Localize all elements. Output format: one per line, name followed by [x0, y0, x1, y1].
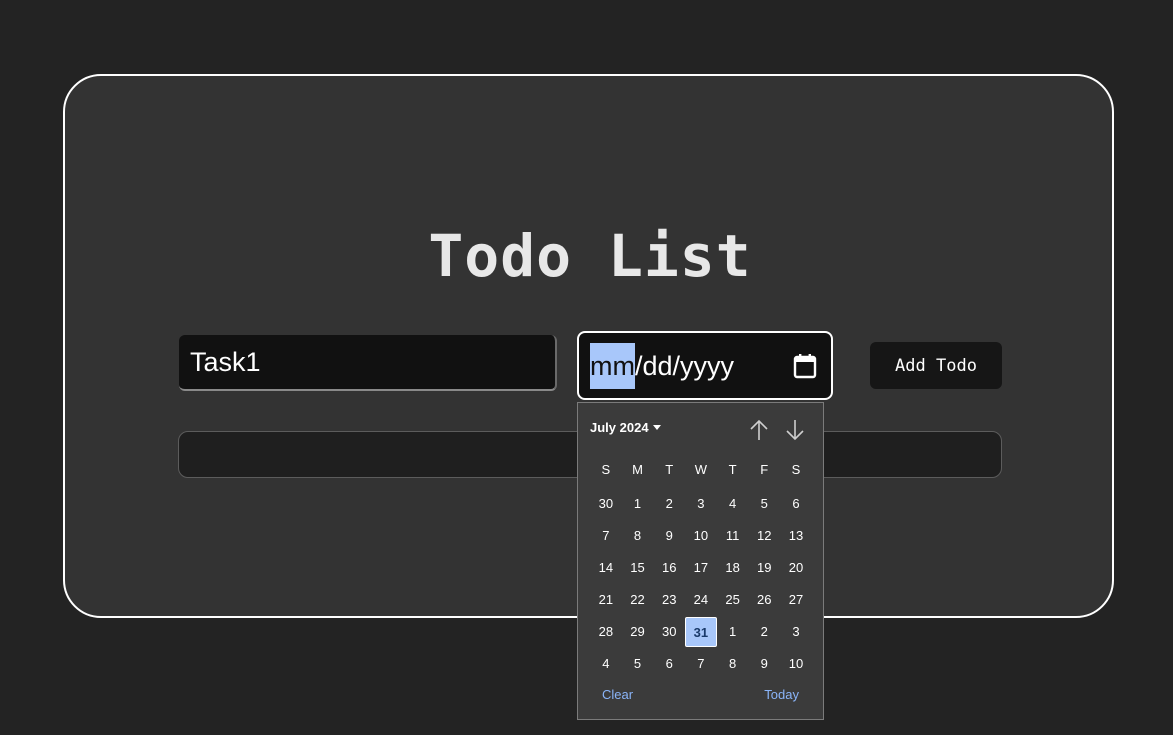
calendar-day[interactable]: 18 [717, 553, 749, 583]
calendar-day[interactable]: 3 [685, 489, 717, 519]
task-input[interactable] [179, 335, 557, 391]
calendar-day[interactable]: 16 [653, 553, 685, 583]
calendar-day[interactable]: 20 [780, 553, 812, 583]
calendar-day[interactable]: 1 [717, 617, 749, 647]
calendar-day[interactable]: 7 [685, 649, 717, 679]
arrow-down-icon[interactable] [784, 418, 806, 442]
date-segment-rest[interactable]: /dd/yyyy [635, 351, 734, 381]
arrow-up-icon[interactable] [748, 418, 770, 442]
calendar-day[interactable]: 22 [622, 585, 654, 615]
date-segment-month[interactable]: mm [590, 343, 635, 389]
calendar-day[interactable]: 12 [748, 521, 780, 551]
caret-down-icon [652, 425, 661, 430]
weekday-label: S [601, 462, 611, 477]
calendar-day[interactable]: 17 [685, 553, 717, 583]
calendar-day[interactable]: 30 [590, 489, 622, 519]
calendar-day[interactable]: 3 [780, 617, 812, 647]
calendar-day[interactable]: 13 [780, 521, 812, 551]
page-title: Todo List [428, 222, 752, 290]
calendar-day[interactable]: 23 [653, 585, 685, 615]
add-todo-button[interactable]: Add Todo [870, 342, 1002, 389]
calendar-week: 14 15 16 17 18 19 20 [590, 552, 812, 584]
calendar-day[interactable]: 10 [780, 649, 812, 679]
weekday-label: W [694, 462, 708, 477]
weekday-label: T [665, 462, 674, 477]
calendar-day[interactable]: 6 [653, 649, 685, 679]
calendar-week: 7 8 9 10 11 12 13 [590, 520, 812, 552]
calendar-week: 28 29 30 31 1 2 3 [590, 616, 812, 648]
calendar-day[interactable]: 5 [622, 649, 654, 679]
calendar-day[interactable]: 26 [748, 585, 780, 615]
calendar-day[interactable]: 29 [622, 617, 654, 647]
calendar-day[interactable]: 27 [780, 585, 812, 615]
calendar-day[interactable]: 1 [622, 489, 654, 519]
calendar-day[interactable]: 6 [780, 489, 812, 519]
calendar-day[interactable]: 28 [590, 617, 622, 647]
calendar-day[interactable]: 21 [590, 585, 622, 615]
calendar-day[interactable]: 4 [590, 649, 622, 679]
calendar-day[interactable]: 4 [717, 489, 749, 519]
date-input-text: mm/dd/yyyy [590, 343, 734, 389]
weekday-label: M [632, 462, 643, 477]
weekday-label: T [728, 462, 737, 477]
calendar-day[interactable]: 8 [717, 649, 749, 679]
calendar-day[interactable]: 11 [717, 521, 749, 551]
month-year-label: July 2024 [590, 420, 649, 435]
clear-button[interactable]: Clear [602, 687, 633, 702]
date-input[interactable]: mm/dd/yyyy [577, 331, 833, 400]
calendar-day[interactable]: 2 [653, 489, 685, 519]
calendar-week: 4 5 6 7 8 9 10 [590, 648, 812, 680]
calendar-day[interactable]: 30 [653, 617, 685, 647]
calendar-day[interactable]: 19 [748, 553, 780, 583]
month-year-selector[interactable]: July 2024 [590, 420, 661, 435]
date-picker-popup: July 2024 S M T W T F S 30 1 2 3 4 5 6 7… [577, 402, 824, 720]
calendar-day[interactable]: 7 [590, 521, 622, 551]
calendar-day[interactable]: 24 [685, 585, 717, 615]
calendar-day[interactable]: 2 [748, 617, 780, 647]
calendar-icon[interactable] [793, 353, 817, 379]
calendar-day[interactable]: 25 [717, 585, 749, 615]
calendar-day[interactable]: 14 [590, 553, 622, 583]
weekday-header: S M T W T F S [590, 455, 812, 485]
calendar-day[interactable]: 9 [748, 649, 780, 679]
today-button[interactable]: Today [764, 687, 799, 702]
weekday-label: S [791, 462, 801, 477]
calendar-day[interactable]: 15 [622, 553, 654, 583]
weekday-label: F [760, 462, 769, 477]
calendar-grid: S M T W T F S 30 1 2 3 4 5 6 7 8 9 10 11… [590, 455, 812, 680]
calendar-day[interactable]: 5 [748, 489, 780, 519]
calendar-week: 30 1 2 3 4 5 6 [590, 488, 812, 520]
calendar-week: 21 22 23 24 25 26 27 [590, 584, 812, 616]
calendar-day[interactable]: 9 [653, 521, 685, 551]
calendar-day[interactable]: 10 [685, 521, 717, 551]
calendar-day[interactable]: 8 [622, 521, 654, 551]
calendar-day-selected[interactable]: 31 [685, 617, 717, 647]
